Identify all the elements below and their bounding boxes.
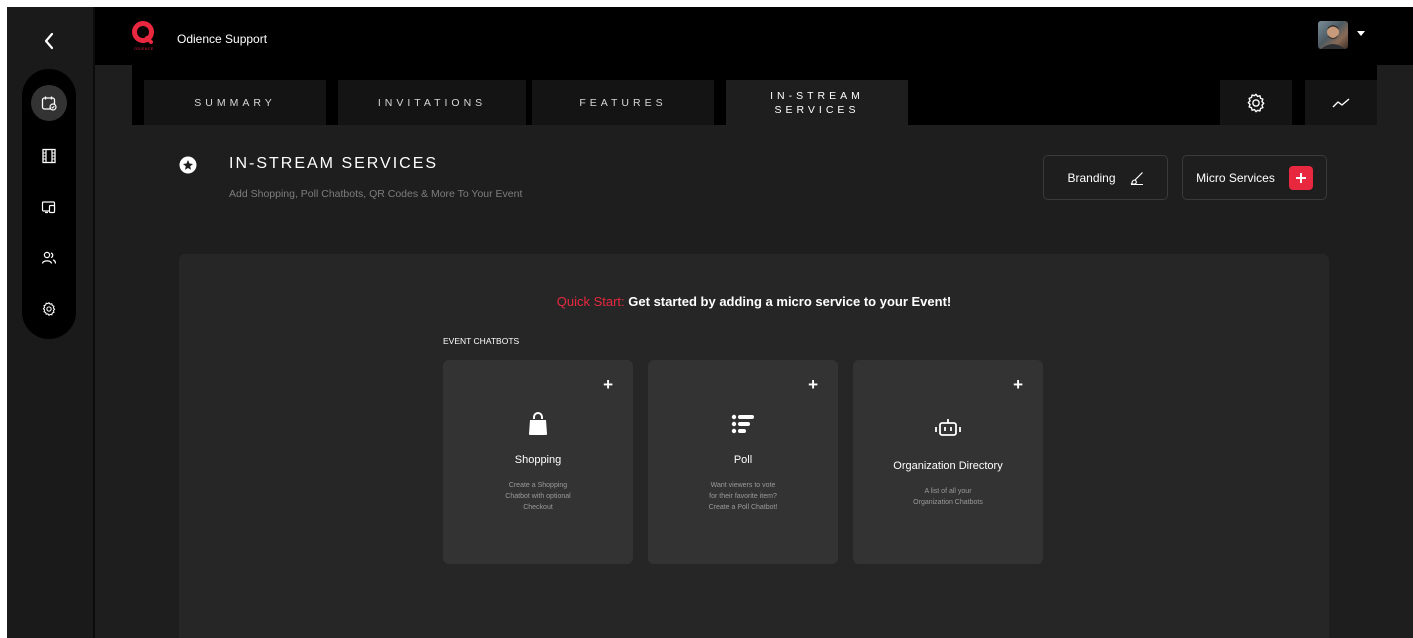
user-photo <box>1321 25 1345 49</box>
account-menu-caret[interactable] <box>1357 31 1365 36</box>
shopping-bag-icon <box>443 412 633 436</box>
card-desc-line: A list of all your <box>924 488 972 495</box>
nav-item-devices[interactable] <box>34 192 64 222</box>
tab-in-stream-label-line2: SERVICES <box>774 103 860 116</box>
page-title: IN-STREAM SERVICES <box>229 155 439 172</box>
side-nav <box>22 69 76 339</box>
plus-icon <box>1295 172 1306 183</box>
tab-features-label: FEATURES <box>579 96 667 109</box>
card-title: Shopping <box>514 454 562 466</box>
left-rail <box>7 7 95 638</box>
organization-directory-card[interactable]: + Organization Directory A list of all y… <box>853 360 1043 564</box>
trend-line-icon <box>1332 97 1350 107</box>
logo-wordmark: ODIENCE <box>134 47 154 51</box>
app-window: ODIENCE Odience Support SUMMARY INVITATI… <box>7 7 1413 638</box>
tab-in-stream-label-line1: IN-STREAM <box>770 89 864 102</box>
add-micro-service-button[interactable] <box>1288 165 1313 190</box>
event-settings-button[interactable] <box>1220 80 1292 125</box>
card-desc-line: Create a Shopping <box>508 482 568 489</box>
nav-item-settings[interactable] <box>34 294 64 324</box>
nav-item-media[interactable] <box>34 141 64 171</box>
avatar[interactable] <box>1318 21 1348 49</box>
users-icon <box>41 251 57 264</box>
devices-icon <box>41 201 56 214</box>
gear-icon <box>1247 93 1265 112</box>
analytics-button[interactable] <box>1305 80 1377 125</box>
card-desc-line: Checkout <box>523 504 553 511</box>
page-subtitle: Add Shopping, Poll Chatbots, QR Codes & … <box>229 188 523 200</box>
quick-start-text: Get started by adding a micro service to… <box>628 294 952 309</box>
tab-summary-label: SUMMARY <box>194 96 276 109</box>
card-desc-line: Organization Chatbots <box>913 499 983 506</box>
calendar-check-icon <box>41 96 57 111</box>
card-title: Poll <box>733 454 753 466</box>
card-description: A list of all your Organization Chatbots <box>893 486 1003 508</box>
quick-start-line: Quick Start: Get started by adding a mic… <box>179 294 1329 309</box>
micro-services-button[interactable]: Micro Services <box>1182 155 1327 200</box>
card-desc-line: Chatbot with optional <box>505 493 571 500</box>
quick-start-panel: Quick Start: Get started by adding a mic… <box>179 254 1329 638</box>
nav-item-users[interactable] <box>34 243 64 273</box>
robot-icon <box>853 418 1043 438</box>
chevron-left-icon <box>44 32 54 50</box>
micro-services-button-label: Micro Services <box>1196 170 1275 185</box>
card-description: Create a Shopping Chatbot with optional … <box>483 480 593 513</box>
tab-invitations-label: INVITATIONS <box>377 96 487 109</box>
in-stream-services-icon <box>179 156 197 174</box>
tab-features[interactable]: FEATURES <box>532 80 714 125</box>
add-poll-button[interactable]: + <box>808 376 818 393</box>
card-title: Organization Directory <box>893 460 1003 472</box>
gear-icon <box>42 302 56 316</box>
branding-button[interactable]: Branding <box>1043 155 1168 200</box>
poll-card[interactable]: + Poll Want viewers to vote for their fa… <box>648 360 838 564</box>
tab-in-stream-services[interactable]: IN-STREAM SERVICES <box>726 80 908 125</box>
card-desc-line: Create a Poll Chatbot! <box>708 504 778 511</box>
category-label: EVENT CHATBOTS <box>443 336 520 346</box>
tab-invitations[interactable]: INVITATIONS <box>338 80 526 125</box>
org-name: Odience Support <box>177 32 268 46</box>
branding-button-label: Branding <box>1067 170 1116 185</box>
shopping-card[interactable]: + Shopping Create a Shopping Chatbot wit… <box>443 360 633 564</box>
add-shopping-button[interactable]: + <box>603 376 613 393</box>
quick-start-label: Quick Start: <box>556 294 625 309</box>
card-desc-line: Want viewers to vote <box>710 482 776 489</box>
nav-item-events[interactable] <box>31 85 67 121</box>
brush-icon <box>1130 171 1143 185</box>
add-organization-directory-button[interactable]: + <box>1013 376 1023 393</box>
card-description: Want viewers to vote for their favorite … <box>688 480 798 513</box>
top-bar: ODIENCE Odience Support <box>95 7 1413 65</box>
odience-logo: ODIENCE <box>131 21 155 53</box>
tab-bar: SUMMARY INVITATIONS FEATURES IN-STREAM S… <box>132 65 1377 125</box>
list-icon <box>648 414 838 434</box>
film-icon <box>42 148 56 164</box>
card-desc-line: for their favorite item? <box>709 493 777 500</box>
tab-summary[interactable]: SUMMARY <box>144 80 326 125</box>
back-button[interactable] <box>37 29 61 53</box>
